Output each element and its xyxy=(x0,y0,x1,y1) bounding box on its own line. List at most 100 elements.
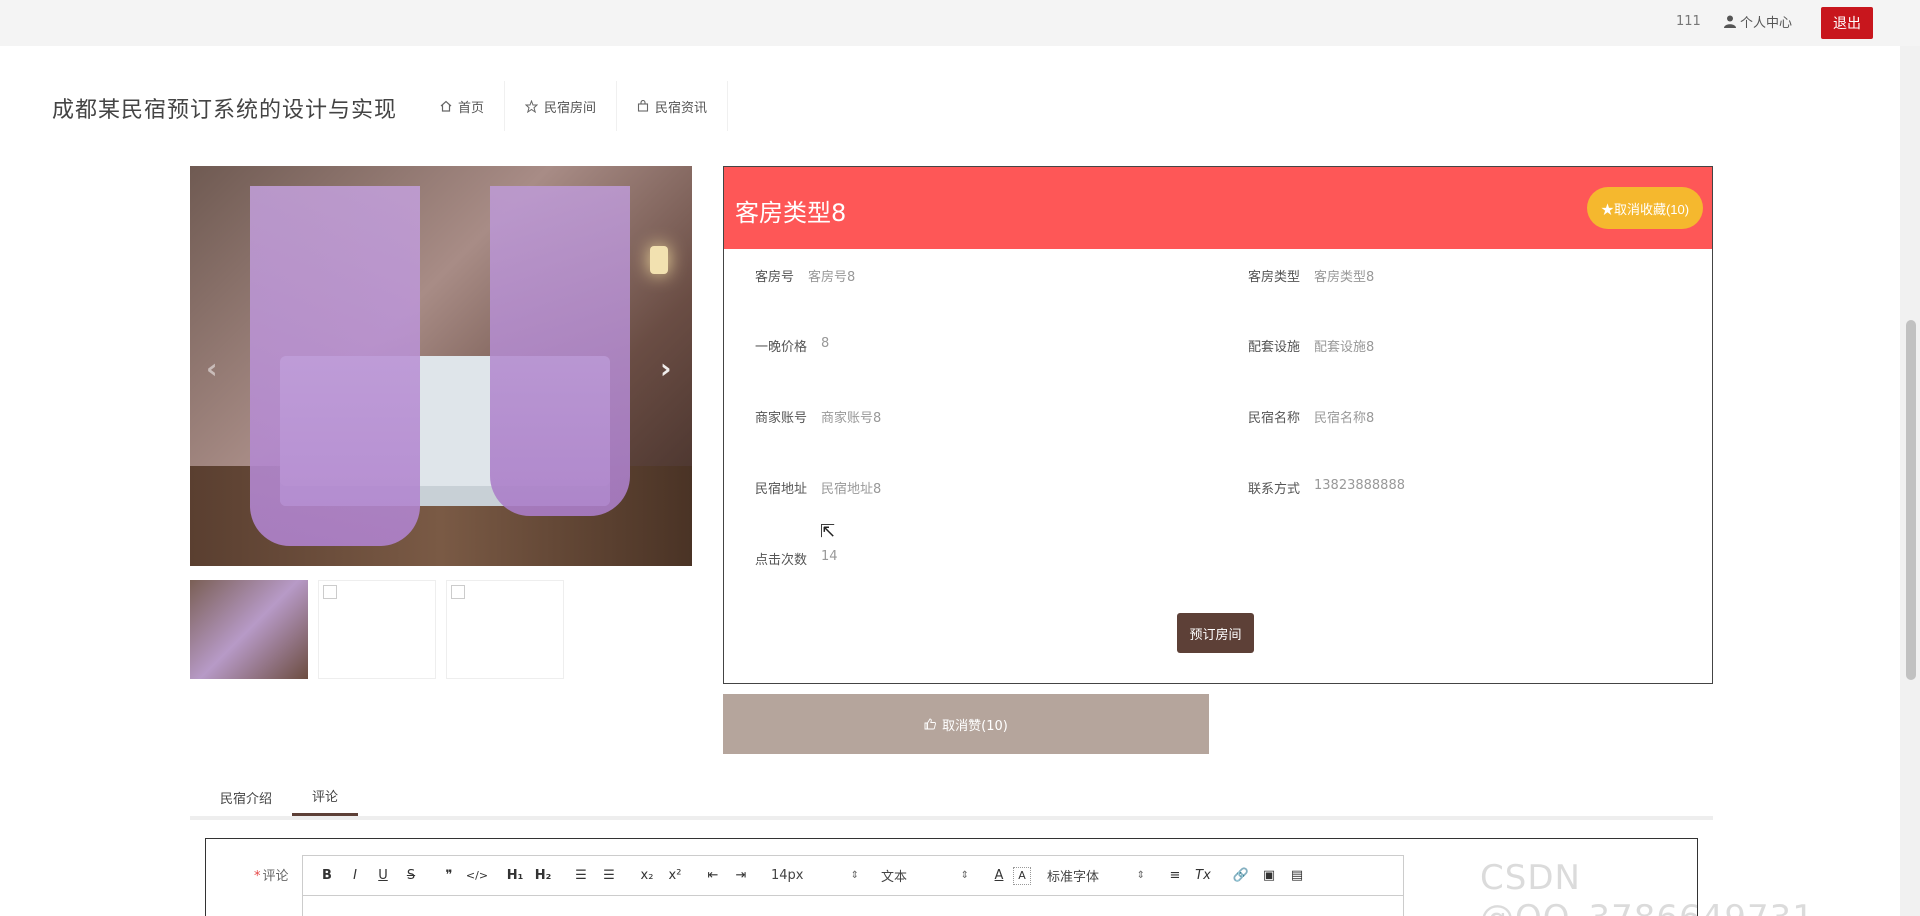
rich-text-editor[interactable]: B I U S ❞ </> H₁ H₂ ☰ ☰ x₂ x² ⇤ ⇥ 14px ⇕… xyxy=(302,855,1404,916)
watermark: CSDN @QQ_3786649731 xyxy=(1480,858,1814,916)
field-label: 民宿名称 xyxy=(1248,411,1301,426)
nav-label-rooms: 民宿房间 xyxy=(544,100,597,116)
comment-label: * 评论 xyxy=(254,865,289,884)
bold-icon[interactable]: B xyxy=(313,862,341,890)
bullet-list-icon[interactable]: ☰ xyxy=(595,862,623,890)
room-detail-panel: 客房类型8 ★取消收藏(10) 客房号 客房号8 客房类型 客房类型8 一晚价格… xyxy=(723,166,1713,684)
tab-intro[interactable]: 民宿介绍 xyxy=(200,778,292,816)
carousel-prev-icon[interactable]: ‹ xyxy=(206,352,218,385)
field-room-type: 客房类型 客房类型8 xyxy=(1248,266,1374,285)
select-caret-icon: ⇕ xyxy=(960,870,969,881)
align-icon[interactable]: ≡ xyxy=(1161,862,1189,890)
image-lamp xyxy=(650,246,668,274)
nav-item-news[interactable]: 民宿资讯 xyxy=(617,81,729,131)
field-label: 客房号 xyxy=(755,270,795,285)
book-room-button[interactable]: 预订房间 xyxy=(1177,613,1254,653)
field-value: 民宿地址8 xyxy=(821,482,882,497)
field-value: 14 xyxy=(821,549,838,564)
like-button[interactable]: 取消赞(10) xyxy=(723,694,1209,754)
select-caret-icon: ⇕ xyxy=(1136,870,1145,881)
nav-item-rooms[interactable]: 民宿房间 xyxy=(505,81,618,131)
field-value: 客房类型8 xyxy=(1314,270,1375,285)
heading2-icon[interactable]: H₂ xyxy=(529,862,557,890)
broken-image-icon xyxy=(451,585,465,599)
top-bar: 111 个人中心 退出 xyxy=(0,0,1920,46)
favorite-button[interactable]: ★取消收藏(10) xyxy=(1587,187,1703,229)
font-size-value: 14px xyxy=(771,868,804,883)
superscript-icon[interactable]: x² xyxy=(661,862,689,890)
indent-icon[interactable]: ⇥ xyxy=(727,862,755,890)
user-center-link[interactable]: 个人中心 xyxy=(1724,12,1792,31)
field-merchant: 商家账号 商家账号8 xyxy=(755,407,881,426)
outdent-icon[interactable]: ⇤ xyxy=(699,862,727,890)
field-label: 商家账号 xyxy=(755,411,808,426)
video-icon[interactable]: ▤ xyxy=(1283,862,1311,890)
thumbnail-1[interactable] xyxy=(190,580,308,679)
scrollbar-thumb[interactable] xyxy=(1906,320,1916,680)
field-contact: 联系方式 13823888888 xyxy=(1248,478,1405,497)
nav-item-home[interactable]: 首页 xyxy=(420,81,506,131)
site-title: 成都某民宿预订系统的设计与实现 xyxy=(52,98,398,123)
field-label: 客房类型 xyxy=(1248,270,1301,285)
heading1-icon[interactable]: H₁ xyxy=(501,862,529,890)
like-button-label: 取消赞(10) xyxy=(942,718,1008,734)
field-price: 一晚价格 8 xyxy=(755,336,829,355)
field-value: 民宿名称8 xyxy=(1314,411,1375,426)
code-icon[interactable]: </> xyxy=(463,862,491,890)
format-value: 文本 xyxy=(881,870,908,885)
logout-button[interactable]: 退出 xyxy=(1821,7,1873,39)
strikethrough-icon[interactable]: S xyxy=(397,862,425,890)
image-curtain xyxy=(250,186,420,546)
format-select[interactable]: 文本 ⇕ xyxy=(875,862,975,890)
font-family-select[interactable]: 标准字体 ⇕ xyxy=(1041,862,1151,890)
room-title: 客房类型8 xyxy=(735,199,847,227)
link-icon[interactable]: 🔗 xyxy=(1227,862,1255,890)
subscript-icon[interactable]: x₂ xyxy=(633,862,661,890)
thumbnail-3[interactable] xyxy=(446,580,564,679)
tab-comments[interactable]: 评论 xyxy=(292,778,359,816)
field-room-no: 客房号 客房号8 xyxy=(755,266,855,285)
broken-image-icon xyxy=(323,585,337,599)
mouse-cursor-icon: ⇱ xyxy=(820,521,836,542)
field-label: 一晚价格 xyxy=(755,340,808,355)
field-value: 商家账号8 xyxy=(821,411,882,426)
room-image-carousel[interactable]: ‹ › xyxy=(190,166,692,566)
field-value: 配套设施8 xyxy=(1314,340,1375,355)
image-icon[interactable]: ▣ xyxy=(1255,862,1283,890)
blockquote-icon[interactable]: ❞ xyxy=(435,862,463,890)
site-header: 成都某民宿预订系统的设计与实现 首页 民宿房间 民宿资讯 xyxy=(0,46,1900,164)
editor-toolbar: B I U S ❞ </> H₁ H₂ ☰ ☰ x₂ x² ⇤ ⇥ 14px ⇕… xyxy=(303,856,1403,896)
select-caret-icon: ⇕ xyxy=(850,870,859,881)
user-icon xyxy=(1724,15,1736,28)
nav-label-home: 首页 xyxy=(458,100,485,116)
carousel-next-icon[interactable]: › xyxy=(660,352,672,385)
font-color-icon[interactable]: A xyxy=(985,862,1013,890)
required-mark: * xyxy=(254,869,261,884)
user-id: 111 xyxy=(1676,14,1701,29)
thumbnail-2[interactable] xyxy=(318,580,436,679)
image-curtain xyxy=(490,186,630,516)
thumbnail-strip xyxy=(190,580,564,679)
field-homestay-name: 民宿名称 民宿名称8 xyxy=(1248,407,1374,426)
field-value: 客房号8 xyxy=(808,270,856,285)
field-label: 点击次数 xyxy=(755,553,808,568)
field-address: 民宿地址 民宿地址8 xyxy=(755,478,881,497)
clear-format-icon[interactable]: Tx xyxy=(1189,862,1217,890)
underline-icon[interactable]: U xyxy=(369,862,397,890)
field-label: 配套设施 xyxy=(1248,340,1301,355)
field-value: 13823888888 xyxy=(1314,478,1405,493)
comment-label-text: 评论 xyxy=(262,869,289,884)
detail-tabs: 民宿介绍 评论 xyxy=(190,778,1713,820)
background-color-icon[interactable]: A xyxy=(1013,866,1031,885)
field-label: 联系方式 xyxy=(1248,482,1301,497)
field-clicks: 点击次数 14 xyxy=(755,549,838,568)
italic-icon[interactable]: I xyxy=(341,862,369,890)
ordered-list-icon[interactable]: ☰ xyxy=(567,862,595,890)
page-scrollbar[interactable] xyxy=(1900,46,1920,916)
font-size-select[interactable]: 14px ⇕ xyxy=(765,862,865,890)
main-nav: 首页 民宿房间 民宿资讯 xyxy=(420,81,729,131)
detail-header: 客房类型8 ★取消收藏(10) xyxy=(724,167,1712,249)
user-center-label: 个人中心 xyxy=(1740,16,1793,31)
bag-icon xyxy=(637,100,649,112)
comment-form: * 评论 B I U S ❞ </> H₁ H₂ ☰ ☰ x₂ x² ⇤ ⇥ 14… xyxy=(205,838,1698,916)
